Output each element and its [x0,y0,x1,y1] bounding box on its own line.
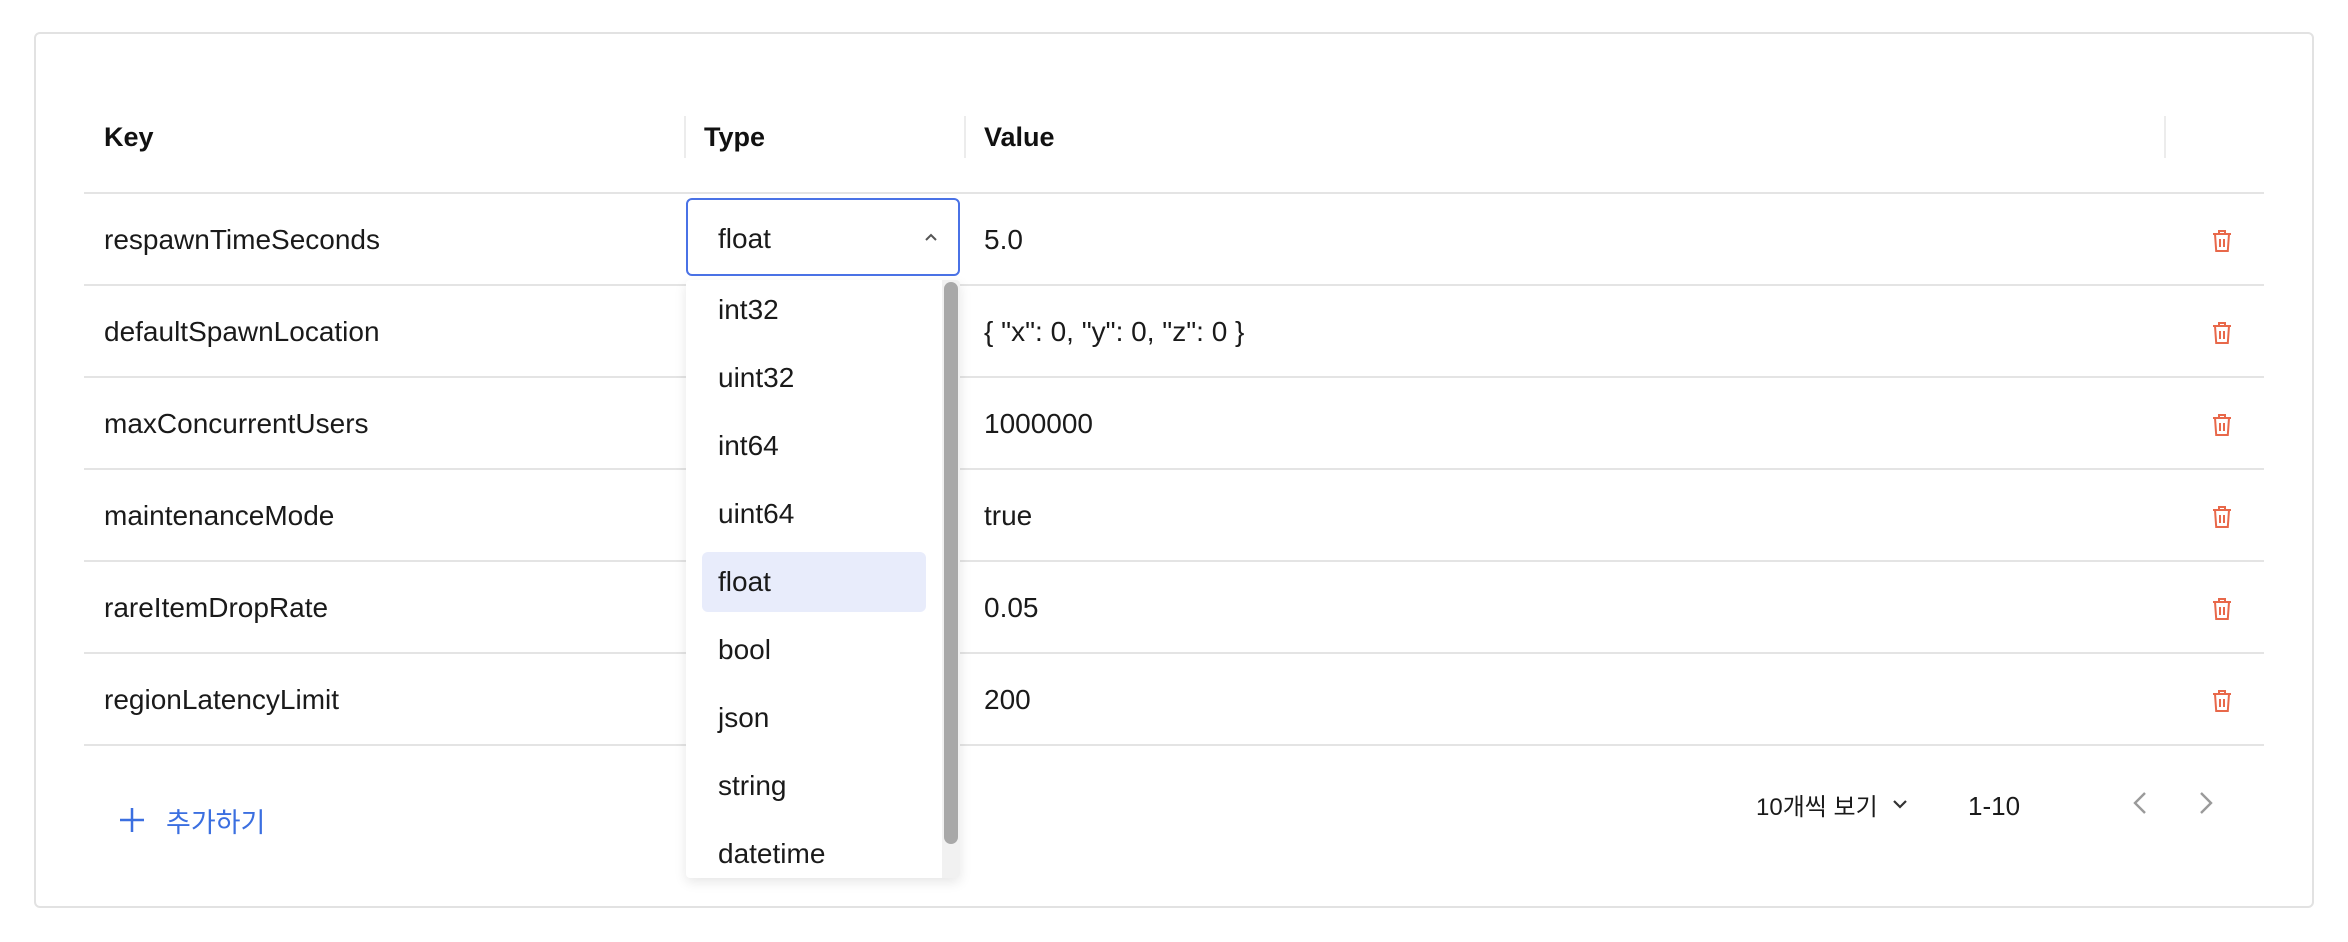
row-value[interactable]: 1000000 [984,378,1093,468]
trash-icon[interactable] [2210,412,2234,438]
header-separator [964,116,966,158]
header-value: Value [984,122,1055,152]
table-row: defaultSpawnLocation { "x": 0, "y": 0, "… [84,286,2264,378]
dropdown-scrollbar-thumb[interactable] [944,282,958,844]
trash-icon[interactable] [2210,596,2234,622]
table-row: respawnTimeSeconds 5.0 [84,194,2264,286]
type-option-int64[interactable]: int64 [702,416,926,476]
table-row: rareItemDropRate 0.05 [84,562,2264,654]
table-row: maxConcurrentUsers 1000000 [84,378,2264,470]
type-option-datetime[interactable]: datetime [702,824,926,878]
add-row-label: 추가하기 [166,807,266,838]
add-row-button[interactable]: 추가하기 [118,800,265,840]
trash-icon[interactable] [2210,228,2234,254]
row-value[interactable]: 200 [984,654,1031,744]
header-key: Key [104,122,154,152]
row-value[interactable]: 5.0 [984,194,1023,284]
row-key: defaultSpawnLocation [104,316,380,347]
table-row: maintenanceMode true [84,470,2264,562]
row-key: rareItemDropRate [104,592,329,623]
type-option-uint32[interactable]: uint32 [702,348,926,408]
type-option-float[interactable]: float [702,552,926,612]
trash-icon[interactable] [2210,504,2234,530]
header-separator [2164,116,2166,158]
chevron-right-icon[interactable] [2190,788,2220,818]
row-key: maxConcurrentUsers [104,408,369,439]
row-key: regionLatencyLimit [104,684,340,715]
chevron-down-icon [1892,800,1907,809]
table-header: Key Type Value [84,112,2264,194]
type-option-json[interactable]: json [702,688,926,748]
header-separator [684,116,686,158]
trash-icon[interactable] [2210,688,2234,714]
row-key: respawnTimeSeconds [104,224,380,255]
page-size-label: 10개씩 보기 [1756,793,1878,821]
type-option-string[interactable]: string [702,756,926,816]
row-value[interactable]: true [984,470,1032,560]
type-select-value: float [718,223,771,254]
chevron-up-icon [925,233,937,241]
pagination-range: 1-10 [1968,791,2021,821]
type-select[interactable]: float [686,198,960,276]
config-table: Key Type Value respawnTimeSeconds 5.0 de… [84,112,2264,878]
type-option-bool[interactable]: bool [702,620,926,680]
chevron-left-icon[interactable] [2126,788,2156,818]
page-size-select[interactable]: 10개씩 보기 [1756,784,1910,824]
row-key: maintenanceMode [104,500,335,531]
row-value[interactable]: { "x": 0, "y": 0, "z": 0 } [984,286,1244,376]
trash-icon[interactable] [2210,320,2234,346]
type-option-int32[interactable]: int32 [702,280,926,340]
header-type: Type [704,122,766,152]
type-option-uint64[interactable]: uint64 [702,484,926,544]
dropdown-scrollbar[interactable] [942,280,960,878]
row-value[interactable]: 0.05 [984,562,1039,652]
type-dropdown-menu: int32 uint32 int64 uint64 float bool jso… [686,280,960,878]
table-row: regionLatencyLimit 200 [84,654,2264,746]
plus-icon [120,808,144,832]
